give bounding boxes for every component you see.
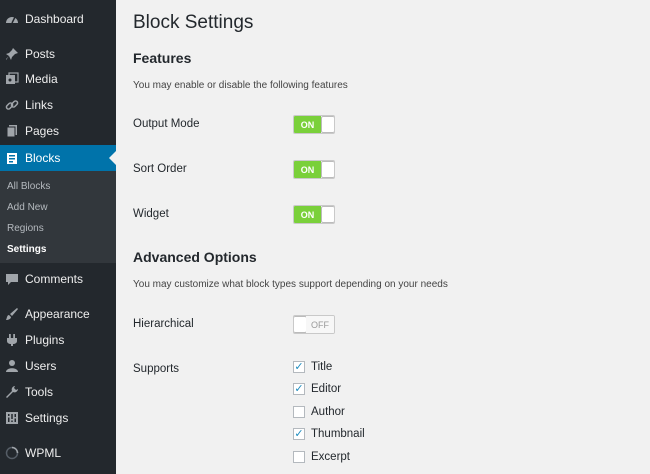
menu-label: Posts bbox=[25, 47, 56, 61]
menu-label: Settings bbox=[25, 411, 69, 425]
hierarchical-label: Hierarchical bbox=[133, 318, 194, 330]
checkmark-icon: ✓ bbox=[294, 427, 304, 440]
main-content: Block Settings Features You may enable o… bbox=[116, 0, 650, 474]
menu-item-links[interactable]: Links bbox=[0, 92, 116, 118]
features-description: You may enable or disable the following … bbox=[133, 80, 348, 91]
menu-label: Links bbox=[25, 98, 54, 112]
menu-item-dashboard[interactable]: Dashboard bbox=[0, 6, 116, 32]
toggle-state: ON bbox=[294, 161, 321, 178]
menu-label: Users bbox=[25, 359, 57, 373]
toggle-knob bbox=[294, 316, 307, 333]
toggle-knob bbox=[321, 206, 334, 223]
advanced-options-description: You may customize what block types suppo… bbox=[133, 279, 448, 290]
toggle-knob bbox=[321, 116, 334, 133]
blocks-submenu: All Blocks Add New Regions Settings bbox=[0, 171, 116, 263]
widget-label: Widget bbox=[133, 208, 169, 220]
pushpin-icon bbox=[5, 47, 19, 61]
paintbrush-icon bbox=[5, 307, 19, 321]
features-heading: Features bbox=[133, 50, 192, 66]
checkbox-label: Excerpt bbox=[311, 451, 350, 463]
menu-item-plugins[interactable]: Plugins bbox=[0, 327, 116, 353]
sort-order-label: Sort Order bbox=[133, 163, 187, 175]
menu-item-media[interactable]: Media bbox=[0, 66, 116, 92]
page-title: Block Settings bbox=[133, 12, 254, 33]
toggle-knob bbox=[321, 161, 334, 178]
checkbox[interactable]: ✓ bbox=[293, 383, 305, 395]
toggle-state: ON bbox=[294, 116, 321, 133]
toggle-state: ON bbox=[294, 206, 321, 223]
menu-item-blocks[interactable]: Blocks bbox=[0, 145, 116, 171]
menu-item-comments[interactable]: Comments bbox=[0, 266, 116, 292]
menu-label: Dashboard bbox=[25, 12, 84, 26]
menu-label: Blocks bbox=[25, 151, 61, 165]
menu-label: Appearance bbox=[25, 307, 90, 321]
user-icon bbox=[5, 359, 19, 373]
checkbox[interactable] bbox=[293, 451, 305, 463]
dashboard-icon bbox=[5, 12, 19, 26]
submenu-item-regions[interactable]: Regions bbox=[7, 223, 44, 234]
supports-option-editor[interactable]: ✓ Editor bbox=[293, 383, 341, 395]
menu-item-users[interactable]: Users bbox=[0, 353, 116, 379]
admin-sidebar: Dashboard Posts Media Links Pages Blocks… bbox=[0, 0, 116, 474]
output-mode-toggle[interactable]: ON bbox=[293, 115, 335, 134]
pages-icon bbox=[5, 124, 19, 138]
menu-item-appearance[interactable]: Appearance bbox=[0, 301, 116, 327]
supports-option-author[interactable]: Author bbox=[293, 406, 345, 418]
advanced-options-heading: Advanced Options bbox=[133, 249, 257, 265]
menu-label: Media bbox=[25, 72, 58, 86]
checkbox-label: Thumbnail bbox=[311, 428, 365, 440]
menu-label: Tools bbox=[25, 385, 54, 399]
widget-toggle[interactable]: ON bbox=[293, 205, 335, 224]
supports-label: Supports bbox=[133, 363, 180, 375]
checkbox-label: Title bbox=[311, 361, 333, 373]
toggle-state: OFF bbox=[306, 316, 334, 333]
wrench-icon bbox=[5, 385, 19, 399]
supports-option-title[interactable]: ✓ Title bbox=[293, 361, 332, 373]
checkbox[interactable] bbox=[293, 406, 305, 418]
sort-order-toggle[interactable]: ON bbox=[293, 160, 335, 179]
supports-option-thumbnail[interactable]: ✓ Thumbnail bbox=[293, 428, 365, 440]
output-mode-label: Output Mode bbox=[133, 118, 200, 130]
media-icon bbox=[5, 72, 19, 86]
checkbox[interactable]: ✓ bbox=[293, 361, 305, 373]
checkbox-label: Editor bbox=[311, 383, 342, 395]
plugin-icon bbox=[5, 333, 19, 347]
hierarchical-toggle[interactable]: OFF bbox=[293, 315, 335, 334]
menu-item-tools[interactable]: Tools bbox=[0, 379, 116, 405]
menu-item-posts[interactable]: Posts bbox=[0, 41, 116, 67]
comment-icon bbox=[5, 272, 19, 286]
supports-option-excerpt[interactable]: Excerpt bbox=[293, 451, 350, 463]
menu-label: Plugins bbox=[25, 333, 65, 347]
submenu-item-add-new[interactable]: Add New bbox=[7, 202, 48, 213]
menu-item-settings[interactable]: Settings bbox=[0, 405, 116, 431]
checkmark-icon: ✓ bbox=[294, 382, 304, 395]
checkmark-icon: ✓ bbox=[294, 360, 304, 373]
submenu-item-settings[interactable]: Settings bbox=[7, 244, 46, 255]
checkbox[interactable]: ✓ bbox=[293, 428, 305, 440]
menu-label: Comments bbox=[25, 272, 84, 286]
wpml-icon bbox=[5, 446, 19, 460]
menu-label: WPML bbox=[25, 446, 61, 460]
menu-item-wpml[interactable]: WPML bbox=[0, 440, 116, 466]
menu-item-pages[interactable]: Pages bbox=[0, 118, 116, 144]
menu-label: Pages bbox=[25, 124, 60, 138]
submenu-item-all-blocks[interactable]: All Blocks bbox=[7, 181, 50, 192]
link-icon bbox=[5, 98, 19, 112]
blocks-icon bbox=[5, 151, 19, 165]
checkbox-label: Author bbox=[311, 406, 345, 418]
settings-icon bbox=[5, 411, 19, 425]
